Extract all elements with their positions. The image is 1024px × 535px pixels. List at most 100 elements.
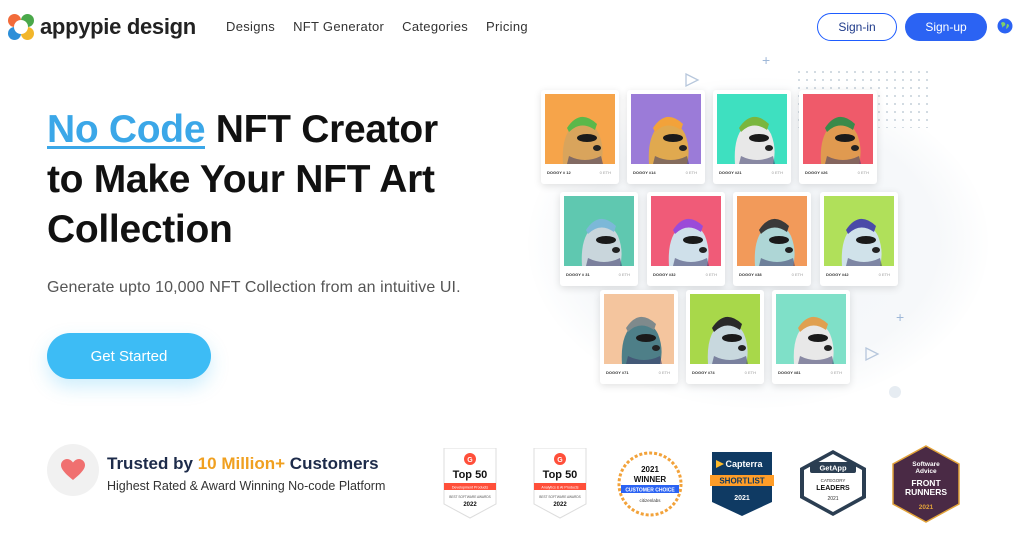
nft-art	[776, 294, 846, 364]
nft-art	[545, 94, 615, 164]
hero-title: No Code NFT Creator to Make Your NFT Art…	[47, 105, 517, 255]
globe-icon[interactable]	[997, 18, 1013, 34]
svg-text:2021: 2021	[919, 504, 934, 511]
doggy-nft-image	[824, 196, 894, 266]
svg-text:2021: 2021	[641, 465, 659, 474]
nft-card[interactable]: DOGGY # 12 0 ETH	[541, 90, 619, 184]
software-advice-front-runners-badge: Software Advice FRONT RUNNERS 2021	[892, 445, 960, 523]
doggy-nft-image	[803, 94, 873, 164]
svg-text:CUSTOMER CHOICE: CUSTOMER CHOICE	[625, 488, 675, 494]
nft-card[interactable]: DOGGY # 31 0 ETH	[560, 192, 638, 286]
svg-text:2021: 2021	[827, 496, 838, 502]
nft-card[interactable]: DOGGY #74 0 ETH	[686, 290, 764, 384]
signup-button[interactable]: Sign-up	[905, 13, 987, 41]
trust-subtitle: Highest Rated & Award Winning No-code Pl…	[107, 479, 386, 493]
svg-text:WINNER: WINNER	[634, 475, 667, 484]
hero-title-line-3: Collection	[47, 208, 233, 251]
svg-text:Development Products: Development Products	[452, 486, 489, 490]
nft-card[interactable]: DOGGY #71 0 ETH	[600, 290, 678, 384]
heart-badge	[47, 444, 99, 496]
svg-text:Top 50: Top 50	[453, 469, 488, 481]
doggy-nft-image	[776, 294, 846, 364]
svg-text:BEST SOFTWARE AWARDS: BEST SOFTWARE AWARDS	[539, 495, 581, 499]
plus-decoration-icon: +	[762, 52, 771, 68]
doggy-nft-image	[631, 94, 701, 164]
signin-button[interactable]: Sign-in	[817, 13, 897, 41]
nft-price: 0 ETH	[599, 170, 611, 175]
nft-card[interactable]: DOGGY #32 0 ETH	[647, 192, 725, 286]
cross-decoration-icon: +	[896, 309, 905, 325]
doggy-nft-image	[737, 196, 807, 266]
heart-icon	[61, 459, 85, 480]
doggy-nft-image	[604, 294, 674, 364]
nft-caption: DOGGY # 31	[566, 272, 590, 277]
nft-price: 0 ETH	[705, 272, 717, 277]
svg-text:2022: 2022	[463, 502, 477, 508]
g2-top50-dev-badge: G Top 50 Development Products BEST SOFTW…	[443, 448, 497, 519]
nft-card[interactable]: DOGGY #38 0 ETH	[733, 192, 811, 286]
get-started-button[interactable]: Get Started	[47, 333, 211, 379]
nft-art	[604, 294, 674, 364]
nft-caption: DOGGY #32	[653, 272, 676, 277]
svg-text:citizenlabs: citizenlabs	[639, 498, 661, 503]
nft-caption: DOGGY #42	[826, 272, 849, 277]
nft-art	[737, 196, 807, 266]
svg-text:Software: Software	[912, 461, 940, 468]
nft-price: 0 ETH	[685, 170, 697, 175]
hero-title-highlight: No Code	[47, 108, 206, 151]
trust-title-accent: 10 Million+	[197, 454, 286, 473]
svg-text:BEST SOFTWARE AWARDS: BEST SOFTWARE AWARDS	[449, 495, 491, 499]
nft-card[interactable]: DOGGY #26 0 ETH	[799, 90, 877, 184]
nft-art	[564, 196, 634, 266]
svg-text:2022: 2022	[553, 502, 567, 508]
svg-text:Advice: Advice	[915, 468, 937, 475]
main-nav: Designs NFT Generator Categories Pricing	[226, 19, 528, 34]
triangle-decoration-icon	[685, 72, 700, 88]
nft-price: 0 ETH	[658, 370, 670, 375]
trust-title-prefix: Trusted by	[107, 454, 198, 473]
nav-categories[interactable]: Categories	[402, 19, 468, 34]
nft-price: 0 ETH	[744, 370, 756, 375]
svg-text:SHORTLIST: SHORTLIST	[719, 477, 764, 486]
nav-nft-generator[interactable]: NFT Generator	[293, 19, 384, 34]
g2-top50-ai-badge: G Top 50 Analytics & AI Products BEST SO…	[533, 448, 587, 519]
brand-logo[interactable]: appypie design	[6, 12, 196, 42]
nft-art	[717, 94, 787, 164]
svg-text:G: G	[557, 457, 563, 464]
nft-art	[824, 196, 894, 266]
nft-price: 0 ETH	[618, 272, 630, 277]
capterra-shortlist-badge: Capterra SHORTLIST 2021	[710, 452, 774, 516]
nav-pricing[interactable]: Pricing	[486, 19, 528, 34]
svg-text:GetApp: GetApp	[819, 464, 847, 473]
trust-title-suffix: Customers	[285, 454, 379, 473]
nft-caption: DOGGY #26	[805, 170, 828, 175]
nft-art	[631, 94, 701, 164]
nft-caption: DOGGY #38	[739, 272, 762, 277]
svg-text:Top 50: Top 50	[543, 469, 578, 481]
nft-card[interactable]: DOGGY #42 0 ETH	[820, 192, 898, 286]
hero-subtitle: Generate upto 10,000 NFT Collection from…	[47, 279, 461, 296]
nft-caption: DOGGY # 12	[547, 170, 571, 175]
doggy-nft-image	[717, 94, 787, 164]
nft-caption: DOGGY #14	[633, 170, 656, 175]
customer-choice-winner-badge: 2021 WINNER CUSTOMER CHOICE citizenlabs	[617, 451, 683, 517]
nav-designs[interactable]: Designs	[226, 19, 275, 34]
svg-text:LEADERS: LEADERS	[816, 485, 850, 492]
hero-title-rest: NFT Creator	[205, 108, 438, 151]
nft-art	[651, 196, 721, 266]
nft-card[interactable]: DOGGY #81 0 ETH	[772, 290, 850, 384]
getapp-category-leaders-badge: GetApp CATEGORY LEADERS 2021	[800, 450, 866, 516]
hero-title-line-2: to Make Your NFT Art	[47, 158, 435, 201]
nft-card[interactable]: DOGGY #14 0 ETH	[627, 90, 705, 184]
svg-text:Capterra: Capterra	[725, 459, 763, 469]
appypie-logo-icon	[6, 12, 36, 42]
svg-text:G: G	[467, 457, 473, 464]
nft-caption: DOGGY #81	[778, 370, 801, 375]
nft-card[interactable]: DOGGY #21 0 ETH	[713, 90, 791, 184]
doggy-nft-image	[651, 196, 721, 266]
svg-text:CATEGORY: CATEGORY	[821, 478, 846, 483]
doggy-nft-image	[545, 94, 615, 164]
nft-art	[690, 294, 760, 364]
nft-caption: DOGGY #71	[606, 370, 629, 375]
nft-price: 0 ETH	[771, 170, 783, 175]
